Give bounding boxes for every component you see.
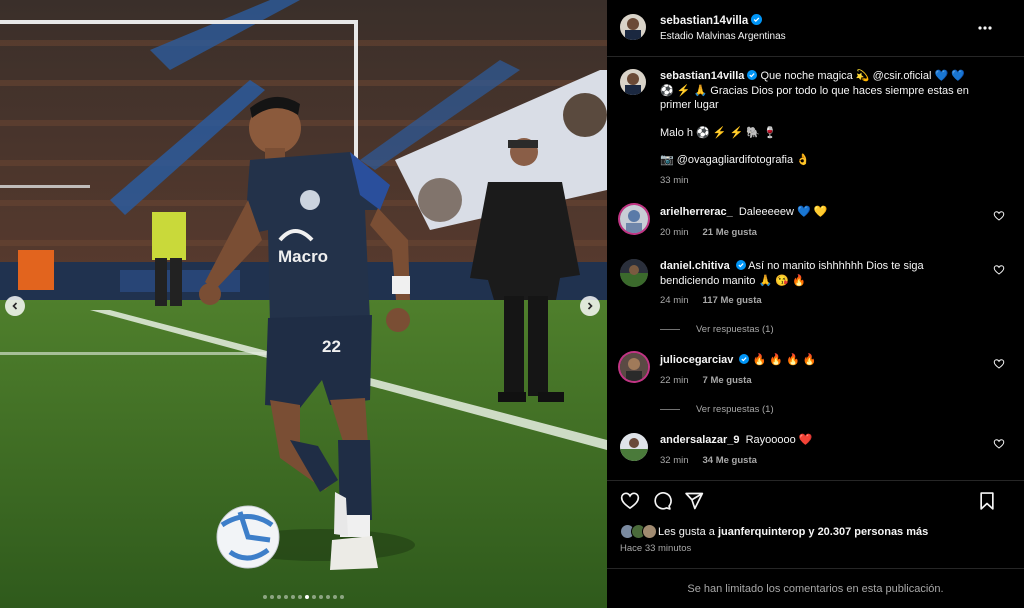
svg-text:Macro: Macro: [278, 247, 328, 266]
caption-author-avatar[interactable]: [620, 69, 646, 95]
likers-avatars: [620, 524, 657, 539]
caption-time: 33 min: [660, 174, 689, 186]
commenter-avatar[interactable]: [620, 259, 648, 287]
post-timestamp: Hace 33 minutos: [620, 543, 692, 554]
view-replies-label: Ver respuestas (1): [696, 404, 774, 415]
bookmark-icon[interactable]: [977, 491, 997, 511]
chevron-left-icon: [12, 302, 18, 310]
previous-slide-button[interactable]: [5, 296, 25, 316]
carousel-dot: [277, 595, 281, 599]
carousel-dot: [284, 595, 288, 599]
view-replies-label: Ver respuestas (1): [696, 324, 774, 335]
replies-divider: [660, 409, 680, 410]
svg-text:22: 22: [322, 337, 341, 356]
caption-username[interactable]: sebastian14villa: [660, 70, 744, 82]
comment-username[interactable]: andersalazar_9: [660, 434, 740, 446]
author-avatar[interactable]: [620, 14, 646, 40]
likes-prefix: Les gusta a: [658, 525, 715, 538]
carousel-dot: [312, 595, 316, 599]
post-photo: Macro 22: [0, 0, 607, 608]
avatar-photo: [620, 259, 648, 287]
verified-badge-icon: [751, 14, 763, 25]
like-comment-heart-icon[interactable]: [993, 210, 1005, 222]
post-location[interactable]: Estadio Malvinas Argentinas: [660, 31, 786, 42]
comment-time: 22 min: [660, 374, 689, 386]
carousel-dot: [340, 595, 344, 599]
author-username-link[interactable]: sebastian14villa: [660, 14, 763, 27]
carousel-dot: [298, 595, 302, 599]
comment-text: 🔥 🔥 🔥 🔥: [752, 354, 817, 366]
post-details-panel: sebastian14villa Estadio Malvinas Argent…: [607, 0, 1024, 608]
caption-line: Malo h ⚽ ⚡ ⚡ 🐘 🍷: [660, 126, 777, 139]
comment-text: Rayooooo ❤️: [745, 434, 813, 446]
next-slide-button[interactable]: [580, 296, 600, 316]
comment-body: juliocegarciav 🔥 🔥 🔥 🔥 22 min 7 Me gusta: [660, 353, 960, 388]
carousel-dot: [270, 595, 274, 599]
like-comment-heart-icon[interactable]: [993, 438, 1005, 450]
post-media[interactable]: Macro 22: [0, 0, 607, 608]
caption-line: ⚡ 🙏 Gracias Dios por todo lo que haces s…: [660, 84, 969, 112]
comment-username[interactable]: arielherrerac_: [660, 206, 733, 218]
carousel-dot: [326, 595, 330, 599]
carousel-indicator: [0, 595, 607, 599]
comment-likes[interactable]: 7 Me gusta: [703, 374, 752, 389]
like-comment-heart-icon[interactable]: [993, 264, 1005, 276]
carousel-dot: [319, 595, 323, 599]
liker-avatar: [642, 524, 657, 539]
comment-username[interactable]: juliocegarciav: [660, 354, 733, 366]
avatar-photo: [620, 69, 646, 95]
like-comment-heart-icon[interactable]: [993, 358, 1005, 370]
comment-time: 32 min: [660, 454, 689, 466]
comment-username[interactable]: daniel.chitiva: [660, 260, 730, 272]
more-horizontal-icon[interactable]: [975, 18, 995, 38]
avatar-photo: [620, 14, 646, 40]
comment-body: andersalazar_9 Rayooooo ❤️ 32 min 34 Me g…: [660, 433, 960, 468]
carousel-dot: [291, 595, 295, 599]
comment-time: 20 min: [660, 226, 689, 238]
comment-text: Daleeeeew 💙 💛: [738, 206, 828, 218]
carousel-dot: [263, 595, 267, 599]
verified-badge-icon: [747, 70, 758, 80]
post-header: sebastian14villa Estadio Malvinas Argent…: [607, 0, 1024, 57]
carousel-dot: [305, 595, 309, 599]
likes-summary[interactable]: Les gusta a juanferquinterop y 20.307 pe…: [620, 524, 928, 539]
carousel-dot: [333, 595, 337, 599]
comment-likes[interactable]: 117 Me gusta: [703, 294, 762, 309]
view-replies-button[interactable]: Ver respuestas (1): [660, 324, 774, 335]
likes-user[interactable]: juanferquinterop: [718, 526, 805, 538]
replies-divider: [660, 329, 680, 330]
comment-time: 24 min: [660, 295, 689, 306]
verified-badge-icon: [739, 354, 750, 364]
avatar-photo: [620, 353, 648, 381]
caption-line: 📷 @ovagagliardifotografia 👌: [660, 154, 810, 166]
comment-likes[interactable]: 34 Me gusta: [703, 454, 757, 469]
commenter-avatar[interactable]: [620, 205, 648, 233]
heart-icon[interactable]: [620, 491, 640, 511]
commenter-avatar[interactable]: [620, 433, 648, 461]
comment-icon[interactable]: [652, 491, 672, 511]
caption-body: sebastian14villa Que noche magica 💫 @csi…: [660, 69, 972, 188]
comment-likes[interactable]: 21 Me gusta: [703, 226, 757, 241]
comment-body: daniel.chitiva Así no manito ishhhhhh Di…: [660, 259, 960, 309]
verified-badge-icon: [735, 260, 746, 270]
avatar-photo: [620, 205, 648, 233]
view-replies-button[interactable]: Ver respuestas (1): [660, 404, 774, 415]
avatar-photo: [620, 433, 648, 461]
actions-divider: [607, 480, 1024, 481]
comment-body: arielherrerac_ Daleeeeew 💙 💛 20 min 21 Me…: [660, 205, 960, 240]
author-username: sebastian14villa: [660, 15, 749, 27]
likes-suffix[interactable]: y 20.307 personas más: [808, 526, 928, 538]
send-icon[interactable]: [684, 491, 704, 511]
comments-limited-notice: Se han limitado los comentarios en esta …: [607, 568, 1024, 608]
commenter-avatar[interactable]: [620, 353, 648, 381]
chevron-right-icon: [587, 302, 593, 310]
